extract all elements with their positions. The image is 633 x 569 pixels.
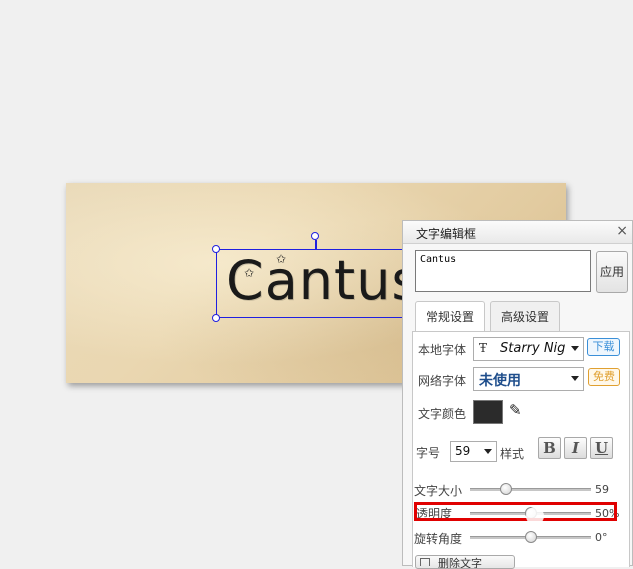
slider-value-rotation: 0° xyxy=(595,531,608,544)
eyedropper-icon[interactable]: ✎ xyxy=(509,401,522,419)
rotation-stem xyxy=(315,240,317,250)
web-font-select[interactable]: 未使用 xyxy=(473,367,584,391)
tab-general-settings[interactable]: 常规设置 xyxy=(415,301,485,332)
slider-label-rotation: 旋转角度 xyxy=(414,532,463,546)
tab-advanced-settings[interactable]: 高级设置 xyxy=(490,301,560,331)
font-size-select[interactable]: 59 xyxy=(450,441,497,462)
slider-label-text-size: 文字大小 xyxy=(414,484,463,498)
close-icon[interactable]: × xyxy=(616,223,628,239)
italic-button[interactable]: I xyxy=(564,437,587,459)
rotate-handle[interactable] xyxy=(311,232,319,240)
local-font-label: 本地字体 xyxy=(418,343,467,357)
slider-knob-rotation[interactable] xyxy=(524,531,537,543)
text-color-swatch[interactable] xyxy=(473,400,503,424)
chevron-down-icon xyxy=(484,449,492,454)
delete-text-button[interactable]: 删除文字 xyxy=(415,555,515,569)
download-badge[interactable]: 下载 xyxy=(587,338,620,356)
panel-header: 文字编辑框 × xyxy=(403,221,632,244)
free-badge[interactable]: 免费 xyxy=(588,368,620,386)
font-type-icon: Ŧ xyxy=(479,341,488,355)
web-font-value: 未使用 xyxy=(479,373,521,389)
delete-icon xyxy=(420,558,430,566)
opacity-highlight-annotation xyxy=(414,502,617,521)
local-font-select[interactable]: Ŧ Starry Nig xyxy=(473,337,584,361)
watermark-logo-icon xyxy=(526,507,544,525)
chevron-down-icon xyxy=(571,346,579,351)
text-input[interactable]: Cantus xyxy=(415,250,591,292)
chevron-down-icon xyxy=(571,376,579,381)
text-selection-box[interactable] xyxy=(216,249,416,318)
style-label: 样式 xyxy=(500,447,525,461)
local-font-value: Starry Nig xyxy=(500,341,566,356)
resize-handle-bottom-left[interactable] xyxy=(212,314,220,322)
panel-title: 文字编辑框 xyxy=(416,227,477,241)
underline-button[interactable]: U xyxy=(590,437,613,459)
web-font-label: 网络字体 xyxy=(418,374,467,388)
resize-handle-top-left[interactable] xyxy=(212,245,220,253)
text-color-label: 文字颜色 xyxy=(418,407,467,421)
font-size-label: 字号 xyxy=(416,446,441,460)
slider-value-text-size: 59 xyxy=(595,483,609,496)
slider-track-text-size[interactable] xyxy=(470,488,591,491)
font-size-value: 59 xyxy=(455,444,471,458)
apply-button[interactable]: 应用 xyxy=(596,251,628,293)
bold-button[interactable]: B xyxy=(538,437,561,459)
